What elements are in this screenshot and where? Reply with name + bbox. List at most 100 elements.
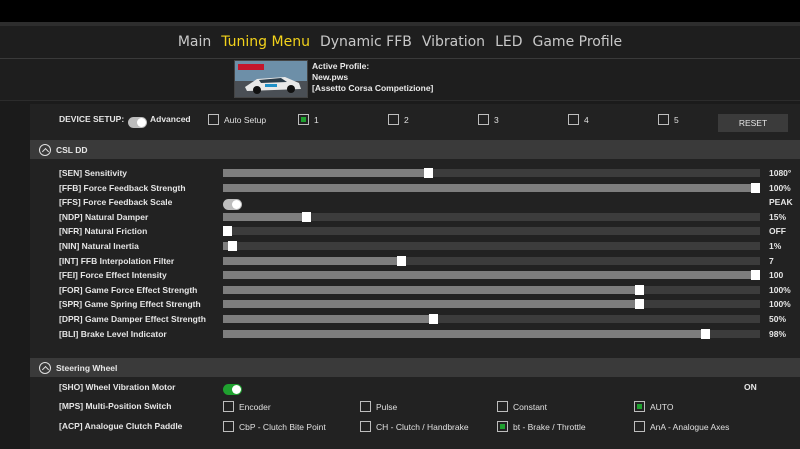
- param-slider[interactable]: [223, 182, 760, 193]
- acp-option-bt[interactable]: bt - Brake / Throttle: [497, 421, 586, 432]
- slider-thumb[interactable]: [223, 226, 232, 237]
- slider-thumb[interactable]: [429, 314, 438, 324]
- window-top-bar: [0, 0, 800, 24]
- param-value: 100%: [769, 299, 791, 310]
- param-row: [SPR] Game Spring Effect Strength 100%: [30, 297, 800, 311]
- slot-3-checkbox[interactable]: 3: [478, 114, 499, 125]
- reset-button[interactable]: RESET: [718, 114, 788, 132]
- slider-thumb[interactable]: [397, 255, 406, 266]
- checkbox-box[interactable]: [388, 114, 399, 125]
- active-profile-bar: Active Profile: New.pws [Assetto Corsa C…: [0, 59, 800, 101]
- param-slider[interactable]: [223, 241, 760, 251]
- slider-thumb[interactable]: [701, 328, 710, 339]
- param-label: [NFR] Natural Friction: [59, 226, 148, 237]
- option-label: bt - Brake / Throttle: [513, 421, 586, 432]
- mps-option-auto[interactable]: AUTO: [634, 401, 673, 412]
- tab-game-profile[interactable]: Game Profile: [533, 34, 623, 50]
- param-label: [NDP] Natural Damper: [59, 211, 149, 222]
- option-label: Encoder: [239, 401, 271, 412]
- checkbox-box[interactable]: [568, 114, 579, 125]
- checkbox-box[interactable]: [298, 114, 309, 125]
- param-label: [FEI] Force Effect Intensity: [59, 270, 167, 281]
- slider-fill: [223, 169, 424, 177]
- slot-5-checkbox[interactable]: 5: [658, 114, 679, 125]
- slot-2-checkbox[interactable]: 2: [388, 114, 409, 125]
- slot-label: 1: [314, 114, 319, 125]
- csl-dd-section-header[interactable]: CSL DD: [30, 140, 800, 159]
- slider-thumb[interactable]: [424, 168, 433, 178]
- mps-option-pulse[interactable]: Pulse: [360, 401, 397, 412]
- checkbox-box[interactable]: [634, 401, 645, 412]
- param-label: [SPR] Game Spring Effect Strength: [59, 299, 201, 310]
- param-row: [NIN] Natural Inertia 1%: [30, 239, 800, 253]
- checkbox-box[interactable]: [497, 401, 508, 412]
- param-value: OFF: [769, 226, 786, 237]
- slider-thumb[interactable]: [751, 182, 760, 193]
- param-row: [INT] FFB Interpolation Filter 7: [30, 254, 800, 268]
- checkbox-box[interactable]: [223, 401, 234, 412]
- param-slider[interactable]: [223, 328, 760, 339]
- option-label: AnA - Analogue Axes: [650, 421, 730, 432]
- slider-thumb[interactable]: [751, 270, 760, 281]
- section-title: Steering Wheel: [56, 362, 118, 373]
- slider-thumb[interactable]: [228, 241, 237, 251]
- acp-label: [ACP] Analogue Clutch Paddle: [59, 421, 183, 431]
- profile-info: Active Profile: New.pws [Assetto Corsa C…: [312, 61, 433, 94]
- acp-option-cbp[interactable]: CbP - Clutch Bite Point: [223, 421, 326, 432]
- slider-thumb[interactable]: [635, 284, 644, 295]
- checkbox-box[interactable]: [658, 114, 669, 125]
- sho-label: [SHO] Wheel Vibration Motor: [59, 382, 176, 392]
- tuning-panel: DEVICE SETUP: Advanced Auto Setup 1 2 3 …: [30, 104, 800, 449]
- slot-label: 5: [674, 114, 679, 125]
- option-label: Pulse: [376, 401, 398, 412]
- chevron-up-icon[interactable]: [39, 143, 51, 156]
- slot-1-checkbox[interactable]: 1: [298, 114, 319, 125]
- slider-fill: [223, 315, 429, 323]
- acp-option-ch[interactable]: CH - Clutch / Handbrake: [360, 421, 469, 432]
- param-slider[interactable]: [223, 314, 760, 324]
- param-slider[interactable]: [223, 211, 760, 222]
- checkbox-box[interactable]: [223, 421, 234, 432]
- advanced-toggle[interactable]: [128, 114, 147, 132]
- checkbox-box[interactable]: [360, 421, 371, 432]
- mps-option-constant[interactable]: Constant: [497, 401, 547, 412]
- auto-setup-checkbox[interactable]: Auto Setup: [208, 114, 266, 125]
- mps-option-encoder[interactable]: Encoder: [223, 401, 271, 412]
- tab-main[interactable]: Main: [178, 34, 211, 50]
- checkbox-box[interactable]: [208, 114, 219, 125]
- slider-fill: [223, 212, 302, 221]
- auto-setup-label: Auto Setup: [224, 114, 267, 125]
- checkbox-box[interactable]: [478, 114, 489, 125]
- param-value: 7: [769, 255, 774, 266]
- slider-fill: [223, 285, 635, 294]
- slot-4-checkbox[interactable]: 4: [568, 114, 589, 125]
- wheel-vibration-toggle[interactable]: [223, 381, 242, 399]
- param-slider[interactable]: [223, 226, 760, 237]
- chevron-up-icon[interactable]: [39, 361, 51, 374]
- checkbox-box[interactable]: [360, 401, 371, 412]
- param-slider[interactable]: [223, 168, 760, 178]
- slider-thumb[interactable]: [302, 211, 311, 222]
- profile-file-name: New.pws: [312, 72, 349, 82]
- param-slider[interactable]: [223, 270, 760, 281]
- option-label: Constant: [513, 401, 548, 412]
- param-row: [FEI] Force Effect Intensity 100: [30, 268, 800, 282]
- slider-fill: [223, 271, 751, 280]
- tab-dynamic-ffb[interactable]: Dynamic FFB: [320, 34, 412, 50]
- checkbox-box[interactable]: [634, 421, 645, 432]
- param-slider[interactable]: [223, 255, 760, 266]
- param-slider[interactable]: [223, 299, 760, 310]
- tab-tuning-menu[interactable]: Tuning Menu: [221, 34, 310, 50]
- param-row: [FFB] Force Feedback Strength 100%: [30, 181, 800, 195]
- slider-fill: [223, 256, 397, 265]
- checkbox-box[interactable]: [497, 421, 508, 432]
- param-row: [NDP] Natural Damper 15%: [30, 210, 800, 224]
- tab-led[interactable]: LED: [495, 34, 522, 50]
- param-slider[interactable]: [223, 284, 760, 295]
- param-value: 1080°: [769, 168, 792, 178]
- acp-option-ana[interactable]: AnA - Analogue Axes: [634, 421, 729, 432]
- steering-wheel-section-header[interactable]: Steering Wheel: [30, 358, 800, 377]
- slider-thumb[interactable]: [635, 299, 644, 310]
- profile-game-name: [Assetto Corsa Competizione]: [312, 83, 434, 93]
- tab-vibration[interactable]: Vibration: [422, 34, 485, 50]
